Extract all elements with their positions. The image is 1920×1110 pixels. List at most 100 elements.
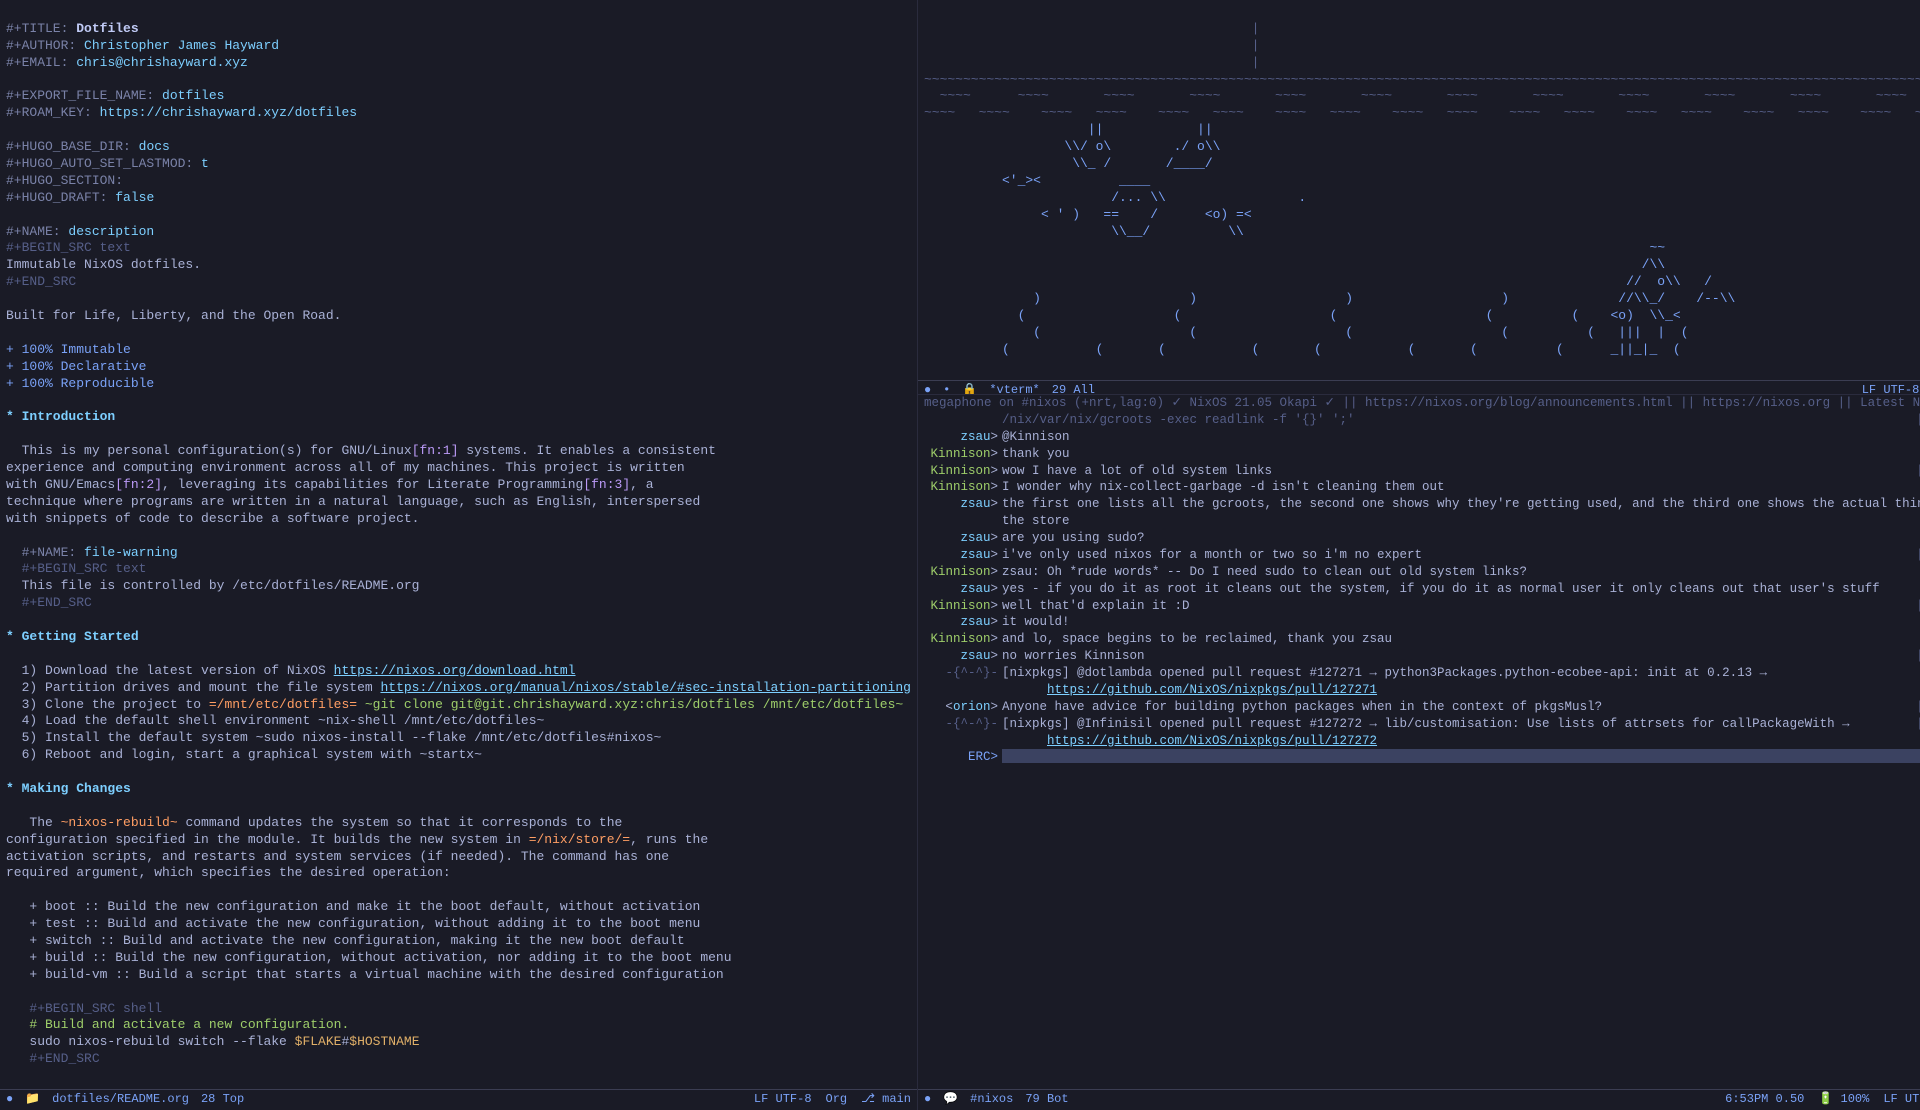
irc-line: zsau>the first one lists all the gcroots…: [924, 496, 1920, 530]
modeline-pos: 29 All: [1052, 383, 1095, 395]
irc-line: zsau>no worries Kinnison[18:39]: [924, 648, 1920, 665]
modeline-mode: Org: [826, 1092, 848, 1108]
circle-icon: ●: [924, 383, 931, 395]
circle-icon: ●: [6, 1092, 13, 1108]
org-buffer[interactable]: #+TITLE: Dotfiles #+AUTHOR: Christopher …: [0, 0, 917, 1089]
irc-bot-line: -{^-^}-[nixpkgs] @Infinisil opened pull …: [924, 716, 1920, 750]
org-key: #+TITLE:: [6, 21, 68, 36]
lock-icon: 🔒: [962, 383, 977, 395]
irc-line: Kinnison>I wonder why nix-collect-garbag…: [924, 479, 1920, 496]
vterm-buffer[interactable]: | | | ~~~~~~~~~~~~~~~~~~~~~~~~~~~~~~~~~~…: [918, 0, 1920, 380]
irc-topic: megaphone on #nixos (+nrt,lag:0) ✓ NixOS…: [924, 395, 1920, 412]
modeline-enc: LF UTF-8: [754, 1092, 812, 1108]
bullet: + 100% Immutable: [6, 342, 131, 357]
irc-line: Kinnison>and lo, space begins to be recl…: [924, 631, 1920, 648]
org-val: https://chrishayward.xyz/dotfiles: [100, 105, 357, 120]
org-email: chris@chrishayward.xyz: [76, 55, 248, 70]
irc-line: zsau>it would!: [924, 614, 1920, 631]
org-val: t: [201, 156, 209, 171]
org-key: #+EMAIL:: [6, 55, 68, 70]
modeline-channel: #nixos: [970, 1092, 1013, 1108]
erc-input[interactable]: [1002, 749, 1920, 763]
src-cmd: sudo nixos-rebuild switch --flake $FLAKE…: [29, 1034, 419, 1049]
src-comment: # Build and activate a new configuration…: [29, 1017, 349, 1032]
op-item: + test :: Build and activate the new con…: [29, 916, 700, 931]
mc-paragraph: The ~nixos-rebuild~ command updates the …: [6, 815, 726, 883]
erc-buffer[interactable]: megaphone on #nixos (+nrt,lag:0) ✓ NixOS…: [918, 395, 1920, 1089]
erc-pane: megaphone on #nixos (+nrt,lag:0) ✓ NixOS…: [918, 395, 1920, 1110]
bullet: + 100% Declarative: [6, 359, 146, 374]
org-key: #+ROAM_KEY:: [6, 105, 92, 120]
intro-paragraph: This is my personal configuration(s) for…: [6, 443, 716, 527]
ascii-fish: || || \\/ o\ ./ o\\ \\_ / /____/ <'_>< _…: [924, 122, 1735, 357]
org-key: #+HUGO_BASE_DIR:: [6, 139, 131, 154]
step: 3) Clone the project to =/mnt/etc/dotfil…: [22, 697, 904, 712]
op-item: + build-vm :: Build a script that starts…: [29, 967, 723, 982]
op-item: + switch :: Build and activate the new c…: [29, 933, 684, 948]
src-body: Immutable NixOS dotfiles.: [6, 257, 201, 272]
modeline-erc: ● 💬 #nixos 79 Bot 6:53PM 0.50 🔋 100% LF …: [918, 1089, 1920, 1110]
branch-icon: ⎇ main: [861, 1092, 911, 1108]
begin-src: #+BEGIN_SRC shell: [29, 1001, 162, 1016]
org-author: Christopher James Hayward: [84, 38, 279, 53]
step: 6) Reboot and login, start a graphical s…: [22, 747, 482, 762]
end-src: #+END_SRC: [22, 595, 92, 610]
right-pane: | | | ~~~~~~~~~~~~~~~~~~~~~~~~~~~~~~~~~~…: [918, 0, 1920, 1110]
org-val: description: [68, 224, 154, 239]
modeline-enc: LF UTF-8: [1883, 1092, 1920, 1108]
org-title: Dotfiles: [76, 21, 138, 36]
circle-icon: ●: [924, 1092, 931, 1108]
ascii-art: | | | ~~~~~~~~~~~~~~~~~~~~~~~~~~~~~~~~~~…: [924, 21, 1920, 120]
begin-src: #+BEGIN_SRC text: [22, 561, 147, 576]
modeline-left: ● 📁 dotfiles/README.org 28 Top LF UTF-8 …: [0, 1089, 917, 1110]
org-val: docs: [139, 139, 170, 154]
org-key: #+HUGO_SECTION:: [6, 173, 123, 188]
step: 5) Install the default system ~sudo nixo…: [22, 730, 662, 745]
org-key: #+NAME:: [6, 224, 61, 239]
irc-line: Kinnison>thank you: [924, 446, 1920, 463]
vterm-pane: | | | ~~~~~~~~~~~~~~~~~~~~~~~~~~~~~~~~~~…: [918, 0, 1920, 395]
step: 1) Download the latest version of NixOS …: [22, 663, 576, 678]
footnote-ref[interactable]: [fn:1]: [412, 443, 459, 458]
partition-link[interactable]: https://nixos.org/manual/nixos/stable/#s…: [380, 680, 911, 695]
irc-bot-line: -{^-^}-[nixpkgs] @dotlambda opened pull …: [924, 665, 1920, 699]
modeline-pos: 28 Top: [201, 1092, 244, 1108]
irc-line: zsau>yes - if you do it as root it clean…: [924, 581, 1920, 598]
end-src: #+END_SRC: [29, 1051, 99, 1066]
irc-line: <orion>Anyone have advice for building p…: [924, 699, 1920, 716]
heading-making-changes: * Making Changes: [6, 781, 131, 796]
org-val: false: [115, 190, 154, 205]
footnote-ref[interactable]: [fn:2]: [115, 477, 162, 492]
modeline-enc: LF UTF-8: [1862, 383, 1920, 395]
org-key: #+EXPORT_FILE_NAME:: [6, 88, 154, 103]
irc-line: zsau>@Kinnison: [924, 429, 1920, 446]
modeline-time: 6:53PM 0.50: [1725, 1092, 1804, 1108]
op-item: + build :: Build the new configuration, …: [29, 950, 731, 965]
modeline-vterm: ● • 🔒 *vterm* 29 All LF UTF-8 VTerm: [918, 380, 1920, 395]
chat-icon: 💬: [943, 1092, 958, 1108]
org-key: #+AUTHOR:: [6, 38, 76, 53]
download-link[interactable]: https://nixos.org/download.html: [334, 663, 576, 678]
org-key: #+HUGO_DRAFT:: [6, 190, 107, 205]
step: 4) Load the default shell environment ~n…: [22, 713, 545, 728]
folder-icon: 📁: [25, 1092, 40, 1108]
irc-line: Kinnison>zsau: Oh *rude words* -- Do I n…: [924, 564, 1920, 581]
irc-line: zsau>i've only used nixos for a month or…: [924, 547, 1920, 564]
org-key: #+HUGO_AUTO_SET_LASTMOD:: [6, 156, 193, 171]
heading-getting-started: * Getting Started: [6, 629, 139, 644]
footnote-ref[interactable]: [fn:3]: [583, 477, 630, 492]
modeline-file: dotfiles/README.org: [52, 1092, 189, 1108]
irc-topic: /nix/var/nix/gcroots -exec readlink -f '…: [924, 412, 1920, 429]
irc-line: Kinnison>wow I have a lot of old system …: [924, 463, 1920, 480]
pr-link[interactable]: https://github.com/NixOS/nixpkgs/pull/12…: [1047, 683, 1377, 697]
erc-prompt-line[interactable]: ERC>: [924, 749, 1920, 766]
begin-src: #+BEGIN_SRC text: [6, 240, 131, 255]
dot-icon: •: [943, 383, 950, 395]
left-pane: #+TITLE: Dotfiles #+AUTHOR: Christopher …: [0, 0, 918, 1110]
irc-line: zsau>are you using sudo?: [924, 530, 1920, 547]
pr-link[interactable]: https://github.com/NixOS/nixpkgs/pull/12…: [1047, 734, 1377, 748]
org-key: #+NAME:: [22, 545, 77, 560]
battery-icon: 🔋 100%: [1818, 1092, 1869, 1108]
heading-intro: * Introduction: [6, 409, 115, 424]
tagline: Built for Life, Liberty, and the Open Ro…: [6, 308, 341, 323]
